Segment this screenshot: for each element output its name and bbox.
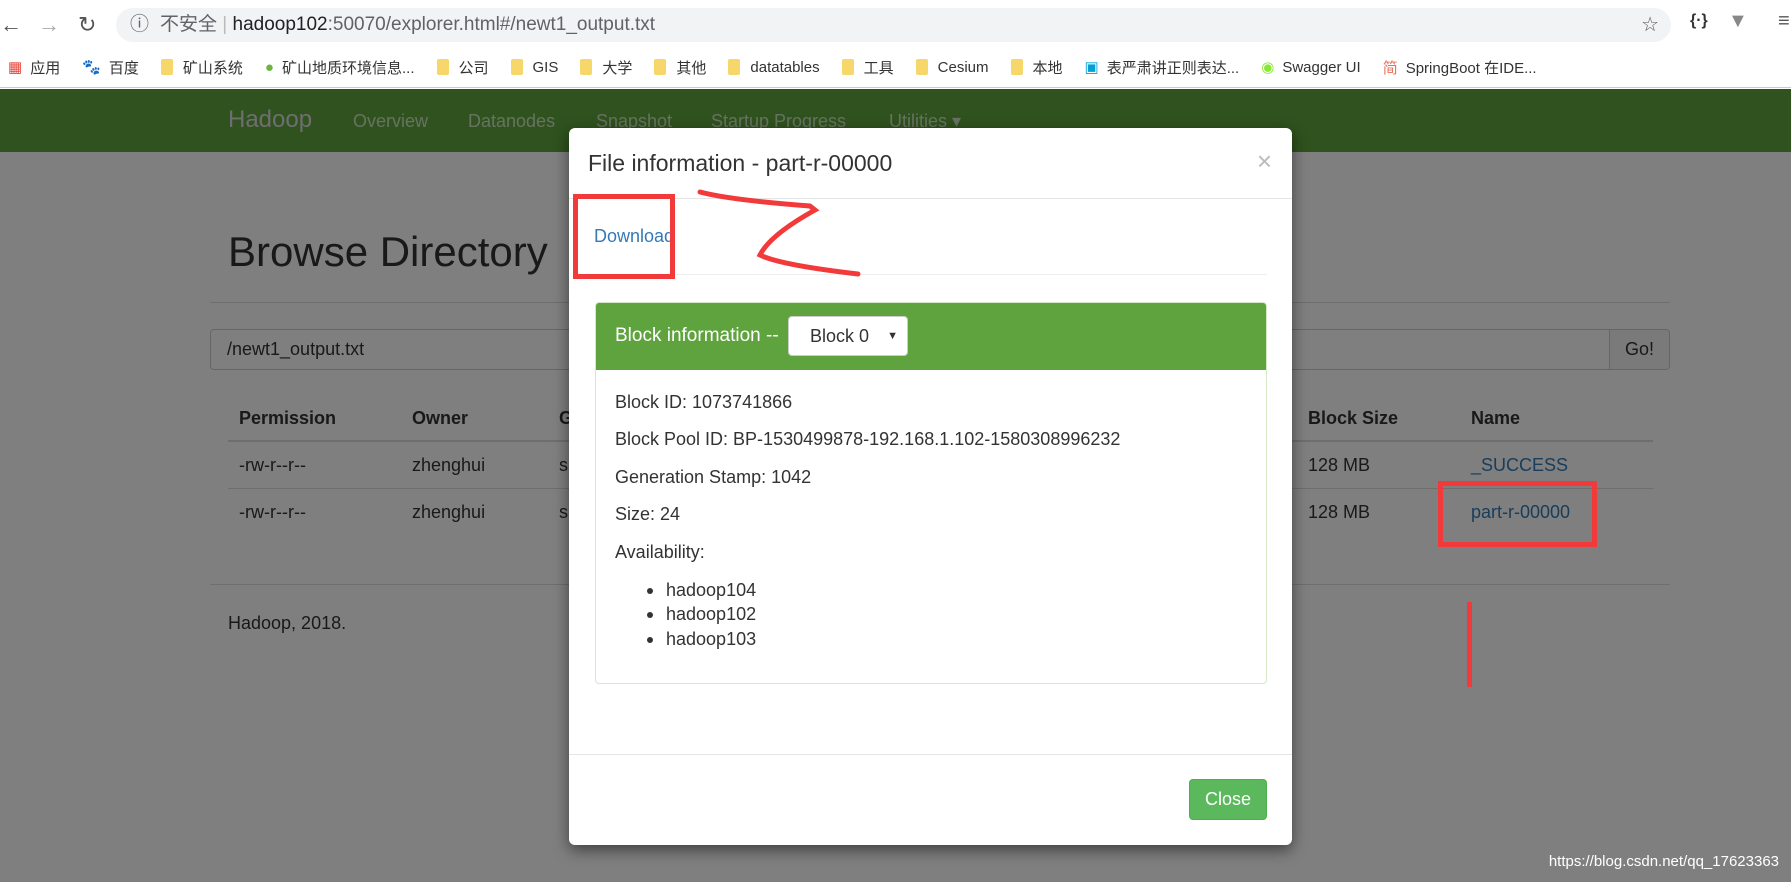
json-extension-icon[interactable]: {·} [1690,12,1708,30]
folder-icon [654,59,667,75]
block-id: Block ID: 1073741866 [615,392,793,412]
host-item: hadoop104 [646,580,757,600]
baidu-icon: 🐾 [82,59,101,76]
availability-label: Availability: [615,542,705,562]
info-icon: ⓘ [130,14,150,35]
bookmark-label: GIS [532,58,559,76]
bookmark-label: 工具 [863,59,894,77]
folder-icon [436,59,449,75]
generation-stamp: Generation Stamp: 1042 [615,467,812,487]
url-host: hadoop102 [232,14,328,35]
bookmark-label: SpringBoot 在IDE... [1405,59,1537,77]
modal-header-divider [569,198,1292,199]
menu-icon[interactable]: ≡ [1778,10,1790,33]
bookmark-item[interactable]: 本地 [1010,57,1063,78]
host-item: hadoop103 [646,629,757,649]
bookmark-item[interactable]: Cesium [915,58,989,76]
bookmark-item[interactable]: ◉ Swagger UI [1261,58,1361,77]
close-icon[interactable]: × [1257,146,1272,177]
bookmarks-bar: ▦ 应用 🐾 百度 矿山系统 ● 矿山地质环境信息... 公司 GIS 大学 其他 datatable… [0,52,1551,82]
close-button[interactable]: Close [1189,779,1267,820]
block-info-panel: Block information -- Block 0 ▼ Block ID: … [595,302,1267,684]
bookmark-item[interactable]: 其他 [654,57,706,78]
bilibili-icon: ▣ [1084,59,1099,76]
folder-icon [160,59,173,75]
modal-title: File information - part-r-00000 [588,150,893,176]
browser-chrome: ← → ↻ ⓘ 不安全 | hadoop102:50070/explorer.h… [0,0,1791,88]
bookmark-item[interactable]: datatables [728,58,820,76]
address-bar[interactable]: ⓘ 不安全 | hadoop102:50070/explorer.html#/n… [116,8,1671,42]
bookmark-label: Swagger UI [1282,58,1361,76]
bookmark-item[interactable]: ▦ 应用 [8,57,60,78]
url-path: :50070/explorer.html#/newt1_output.txt [327,14,656,35]
block-info-label: Block information -- [615,325,779,346]
star-icon[interactable]: ☆ [1641,8,1659,42]
bookmark-label: 大学 [602,59,633,77]
forward-icon[interactable]: → [38,12,60,38]
bookmark-label: 表严肃讲正则表达... [1106,59,1240,77]
folder-icon [841,59,854,75]
reload-icon[interactable]: ↻ [78,12,96,38]
bookmark-item[interactable]: 公司 [436,57,489,78]
bookmark-label: 百度 [108,59,139,77]
bookmark-label: 矿山系统 [182,59,243,77]
jianshu-icon: 简 [1382,59,1398,77]
bookmark-label: 本地 [1032,59,1063,77]
bookmark-item[interactable]: ● 矿山地质环境信息... [265,57,415,78]
block-select-value: Block 0 [810,326,870,346]
annotation-box-download [573,194,675,279]
host-item: hadoop102 [646,604,757,624]
bookmark-item[interactable]: GIS [510,58,559,76]
bookmark-label: 其他 [676,59,707,77]
bookmark-item[interactable]: 简 SpringBoot 在IDE... [1383,57,1537,78]
bookmark-item[interactable]: 矿山系统 [160,57,243,78]
file-info-modal: File information - part-r-00000 × Downlo… [569,128,1292,845]
folder-icon [728,59,741,75]
annotation-line [1467,602,1472,687]
folder-icon [915,59,928,75]
block-select[interactable]: Block 0 ▼ [788,316,908,356]
bookmark-label: datatables [750,58,820,76]
leaf-icon: ● [264,58,274,76]
security-label: 不安全 [160,14,218,35]
block-pool-id: Block Pool ID: BP-1530499878-192.168.1.1… [615,429,1121,449]
bookmark-item[interactable]: ▣ 表严肃讲正则表达... [1085,57,1240,78]
modal-footer-divider [569,754,1292,755]
swagger-icon: ◉ [1261,59,1275,76]
bookmark-item[interactable]: 🐾 百度 [82,57,139,78]
annotation-box-file [1438,481,1597,547]
folder-icon [580,59,593,75]
bookmark-label: 矿山地质环境信息... [281,59,415,77]
apps-icon: ▦ [8,59,23,76]
back-icon[interactable]: ← [0,12,22,38]
bookmark-label: 应用 [30,59,61,77]
folder-icon [510,59,523,75]
watermark: https://blog.csdn.net/qq_17623363 [1548,853,1779,870]
bookmark-label: 公司 [458,59,489,77]
vue-extension-icon[interactable]: ▼ [1728,10,1748,33]
bookmark-item[interactable]: 工具 [841,57,894,78]
bookmark-item[interactable]: 大学 [580,57,632,78]
panel-heading: Block information -- Block 0 ▼ [596,303,1266,370]
block-size: Size: 24 [615,504,681,524]
caret-down-icon: ▼ [887,330,898,342]
folder-icon [1010,59,1023,75]
bookmark-label: Cesium [937,58,989,76]
annotation-scribble-2 [697,189,861,277]
